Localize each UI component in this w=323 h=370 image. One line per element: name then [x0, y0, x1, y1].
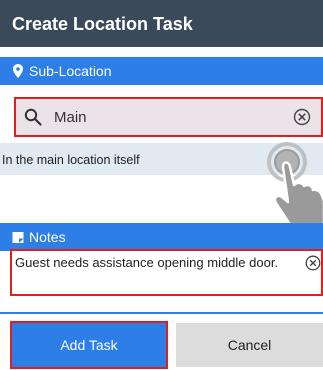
- page-title: Create Location Task: [0, 0, 323, 47]
- clear-circle-icon[interactable]: [293, 108, 311, 126]
- sub-location-header: Sub-Location: [0, 57, 323, 85]
- notes-header: Notes: [0, 223, 323, 251]
- create-location-task-screen: Create Location Task Sub-Location In the…: [0, 0, 323, 370]
- sub-location-search-box[interactable]: [14, 97, 323, 137]
- notes-label: Notes: [29, 229, 66, 245]
- add-task-button[interactable]: Add Task: [10, 321, 168, 369]
- cancel-button[interactable]: Cancel: [176, 323, 323, 367]
- tap-hand-icon: [267, 142, 323, 231]
- note-icon: [12, 232, 24, 243]
- map-pin-icon: [13, 64, 23, 78]
- footer-actions: Add Task Cancel: [0, 314, 323, 370]
- search-icon: [24, 108, 42, 126]
- notes-text[interactable]: Guest needs assistance opening middle do…: [15, 255, 297, 271]
- notes-field[interactable]: Guest needs assistance opening middle do…: [10, 249, 323, 296]
- clear-circle-icon[interactable]: [305, 255, 321, 271]
- sub-location-search-input[interactable]: [54, 108, 293, 126]
- sub-location-label: Sub-Location: [29, 63, 112, 79]
